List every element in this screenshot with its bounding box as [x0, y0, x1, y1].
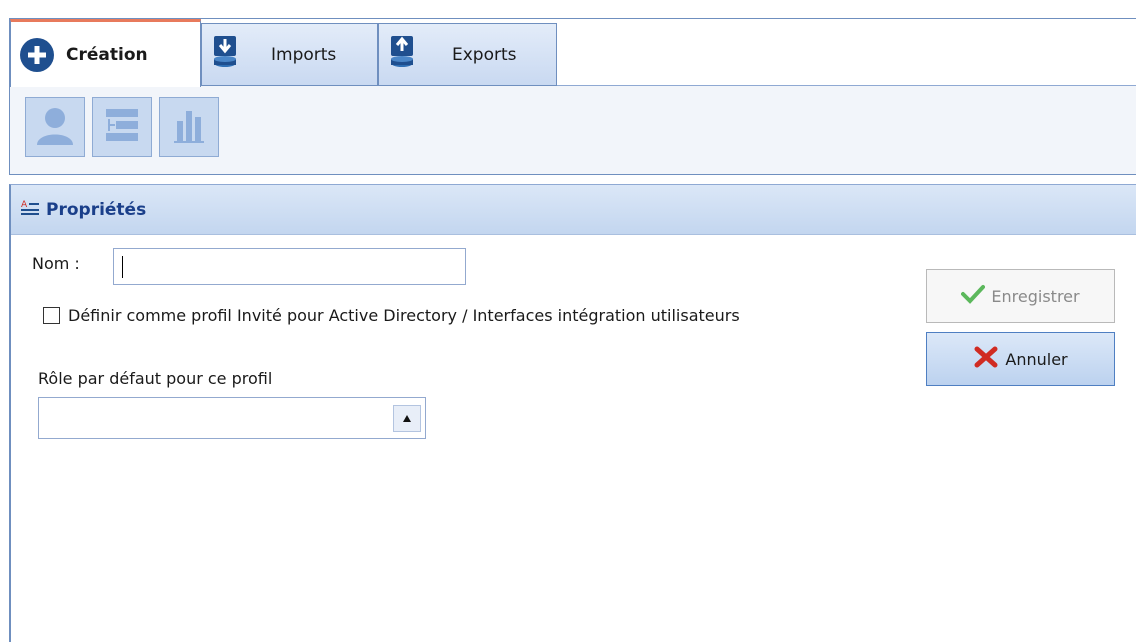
- guest-profile-checkbox[interactable]: [43, 307, 60, 324]
- chart-icon: [167, 103, 211, 151]
- ribbon: Création Imports Exports: [9, 18, 1136, 175]
- nom-label: Nom :: [32, 254, 80, 273]
- properties-icon: A: [21, 199, 39, 221]
- role-dropdown-button[interactable]: [393, 405, 421, 432]
- close-icon: [973, 346, 1005, 372]
- new-structure-button[interactable]: [92, 97, 152, 157]
- role-select[interactable]: [38, 397, 426, 439]
- nom-input[interactable]: [113, 248, 466, 285]
- text-caret: [122, 255, 123, 278]
- save-label: Enregistrer: [991, 286, 1080, 306]
- tab-imports-label: Imports: [271, 44, 337, 65]
- save-button[interactable]: Enregistrer: [926, 269, 1115, 323]
- guest-profile-label: Définir comme profil Invité pour Active …: [68, 306, 740, 325]
- toolbar: [25, 97, 226, 157]
- tab-imports[interactable]: Imports: [201, 23, 378, 86]
- triangle-up-icon: [403, 415, 411, 422]
- tab-exports[interactable]: Exports: [378, 23, 557, 86]
- panel-title: Propriétés: [46, 199, 147, 220]
- panel-header: A Propriétés: [11, 185, 1136, 235]
- role-label: Rôle par défaut pour ce profil: [38, 369, 273, 388]
- checkmark-icon: [961, 284, 991, 308]
- new-user-button[interactable]: [25, 97, 85, 157]
- new-chart-button[interactable]: [159, 97, 219, 157]
- user-icon: [33, 103, 77, 151]
- cancel-button[interactable]: Annuler: [926, 332, 1115, 386]
- tab-creation[interactable]: Création: [10, 19, 201, 87]
- cancel-label: Annuler: [1005, 349, 1068, 369]
- tab-exports-label: Exports: [452, 44, 517, 65]
- tab-strip: Création Imports Exports: [10, 19, 1136, 87]
- svg-text:A: A: [21, 200, 28, 210]
- database-export-icon: [389, 33, 415, 77]
- hierarchy-icon: [100, 103, 144, 151]
- guest-profile-option[interactable]: Définir comme profil Invité pour Active …: [43, 306, 740, 325]
- database-import-icon: [212, 33, 238, 77]
- plus-circle-icon: [20, 37, 54, 72]
- tab-creation-label: Création: [66, 44, 148, 65]
- properties-panel: A Propriétés Nom : Définir comme profil …: [9, 184, 1136, 642]
